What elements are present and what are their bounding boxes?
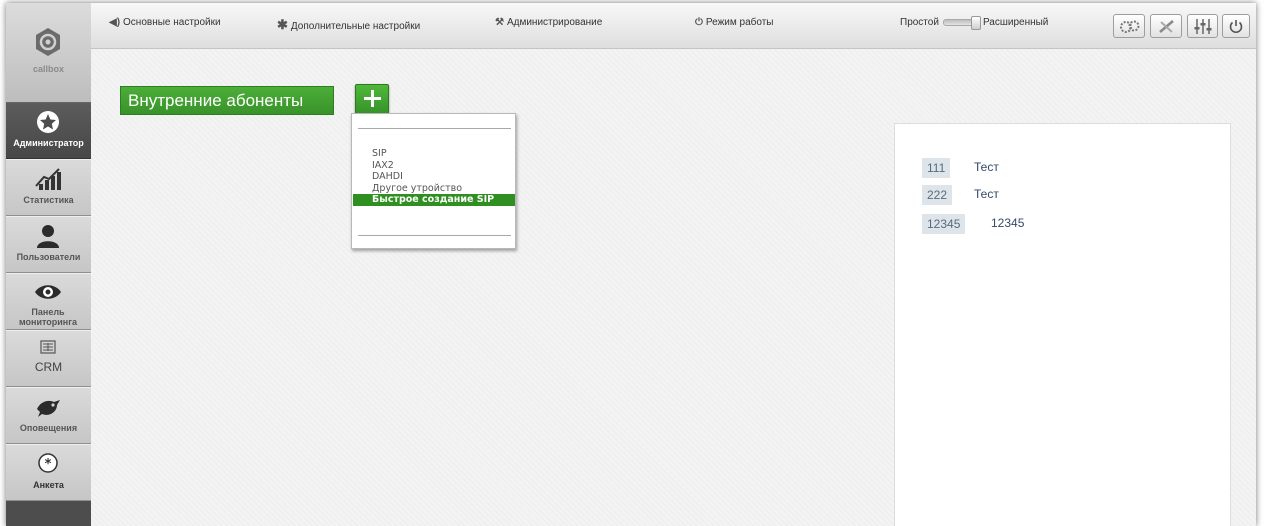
sidebar-item-crm[interactable]: CRM bbox=[6, 330, 91, 387]
user-icon bbox=[37, 225, 59, 248]
sidebar-item-questionnaire[interactable]: * Анкета bbox=[6, 444, 91, 501]
top-menu-bar: ◀) Основные настройки ✱ Дополнительные нас… bbox=[91, 3, 1256, 49]
mode-simple-label: Простой bbox=[900, 17, 939, 28]
divider bbox=[358, 235, 511, 236]
wrench-icon: ⚒ bbox=[495, 17, 504, 28]
cog-group-icon bbox=[1120, 20, 1140, 33]
device-option-iax2[interactable]: IAX2 bbox=[352, 160, 515, 172]
main-content: Внутренние абоненты SIP IAX2 DAHDI Друго… bbox=[91, 49, 1256, 526]
sliders-button[interactable] bbox=[1187, 14, 1218, 38]
sidebar-item-label: Пользователи bbox=[16, 252, 81, 262]
callbox-logo-icon bbox=[36, 28, 60, 56]
sidebar-item-label: Анкета bbox=[33, 480, 64, 490]
sidebar-item-label: Администратор bbox=[13, 138, 84, 148]
device-option-dahdi[interactable]: DAHDI bbox=[352, 171, 515, 183]
mode-advanced-label: Расширенный bbox=[982, 17, 1049, 28]
subscriber-name[interactable]: Тест bbox=[974, 185, 999, 203]
mode-switch: Простой Расширенный bbox=[900, 15, 1049, 30]
list-item[interactable]: 12345 12345 bbox=[922, 214, 1082, 234]
list-item[interactable]: 222 Тест bbox=[922, 185, 1072, 205]
sidebar-item-statistics[interactable]: Статистика bbox=[6, 159, 91, 216]
logo-caption: callbox bbox=[32, 64, 64, 74]
add-device-dropdown: SIP IAX2 DAHDI Другое утройство Быстрое … bbox=[351, 113, 516, 249]
subscribers-panel: 111 Тест 222 Тест 12345 12345 bbox=[894, 123, 1231, 526]
slider-knob[interactable] bbox=[970, 15, 981, 30]
asterisk-icon: ✱ bbox=[277, 17, 288, 32]
subscriber-number[interactable]: 111 bbox=[922, 158, 951, 178]
sidebar-item-label: Статистика bbox=[23, 195, 74, 205]
sidebar-item-administrator[interactable]: Администратор bbox=[6, 102, 91, 159]
sidebar-item-users[interactable]: Пользователи bbox=[6, 216, 91, 273]
plus-icon bbox=[364, 90, 381, 107]
menu-administration[interactable]: ⚒ Администрирование bbox=[495, 17, 602, 28]
subscriber-name[interactable]: Тест bbox=[974, 158, 999, 176]
tools-button[interactable] bbox=[1150, 14, 1182, 38]
device-type-list: SIP IAX2 DAHDI Другое утройство Быстрое … bbox=[352, 148, 515, 206]
subscriber-number[interactable]: 12345 bbox=[922, 214, 966, 234]
menu-advanced-settings[interactable]: ✱ Дополнительные настройки bbox=[277, 17, 420, 33]
list-item[interactable]: 111 Тест bbox=[922, 158, 1072, 178]
tools-icon bbox=[1159, 20, 1174, 33]
sidebar-item-label: Оповещения bbox=[19, 423, 78, 433]
sidebar-item-label: Панель мониторинга bbox=[18, 307, 77, 327]
cog-group-button[interactable] bbox=[1113, 14, 1145, 38]
questionnaire-icon: * bbox=[38, 453, 58, 473]
power-button[interactable] bbox=[1222, 14, 1250, 38]
device-option-quick-sip[interactable]: Быстрое создание SIP bbox=[353, 194, 515, 206]
mode-slider[interactable] bbox=[942, 15, 981, 30]
power-icon bbox=[1229, 20, 1243, 34]
subscriber-number[interactable]: 222 bbox=[922, 185, 953, 205]
sidebar: callbox Администратор Статистика Пользов… bbox=[6, 3, 91, 526]
page-title: Внутренние абоненты bbox=[120, 86, 334, 115]
menu-basic-settings[interactable]: ◀) Основные настройки bbox=[109, 17, 221, 28]
speaker-icon: ◀) bbox=[109, 17, 121, 28]
sidebar-item-notifications[interactable]: Оповещения bbox=[6, 387, 91, 444]
logo[interactable]: callbox bbox=[6, 3, 91, 103]
add-subscriber-button[interactable] bbox=[355, 84, 389, 114]
star-icon bbox=[37, 111, 59, 133]
subscriber-name[interactable]: 12345 bbox=[991, 214, 1024, 232]
eye-icon bbox=[35, 285, 61, 299]
sidebar-item-monitoring[interactable]: Панель мониторинга bbox=[6, 273, 91, 330]
bird-icon bbox=[37, 400, 60, 417]
app-window: callbox Администратор Статистика Пользов… bbox=[6, 3, 1256, 526]
chart-icon bbox=[35, 168, 61, 190]
sliders-icon bbox=[1194, 19, 1212, 34]
power-icon: ⏻ bbox=[695, 17, 703, 28]
device-option-sip[interactable]: SIP bbox=[352, 148, 515, 160]
menu-work-mode[interactable]: ⏻ Режим работы bbox=[695, 17, 774, 28]
svg-text:*: * bbox=[45, 457, 52, 472]
sidebar-item-label: CRM bbox=[34, 360, 63, 374]
divider bbox=[358, 128, 511, 129]
device-option-other[interactable]: Другое утройство bbox=[352, 183, 515, 195]
